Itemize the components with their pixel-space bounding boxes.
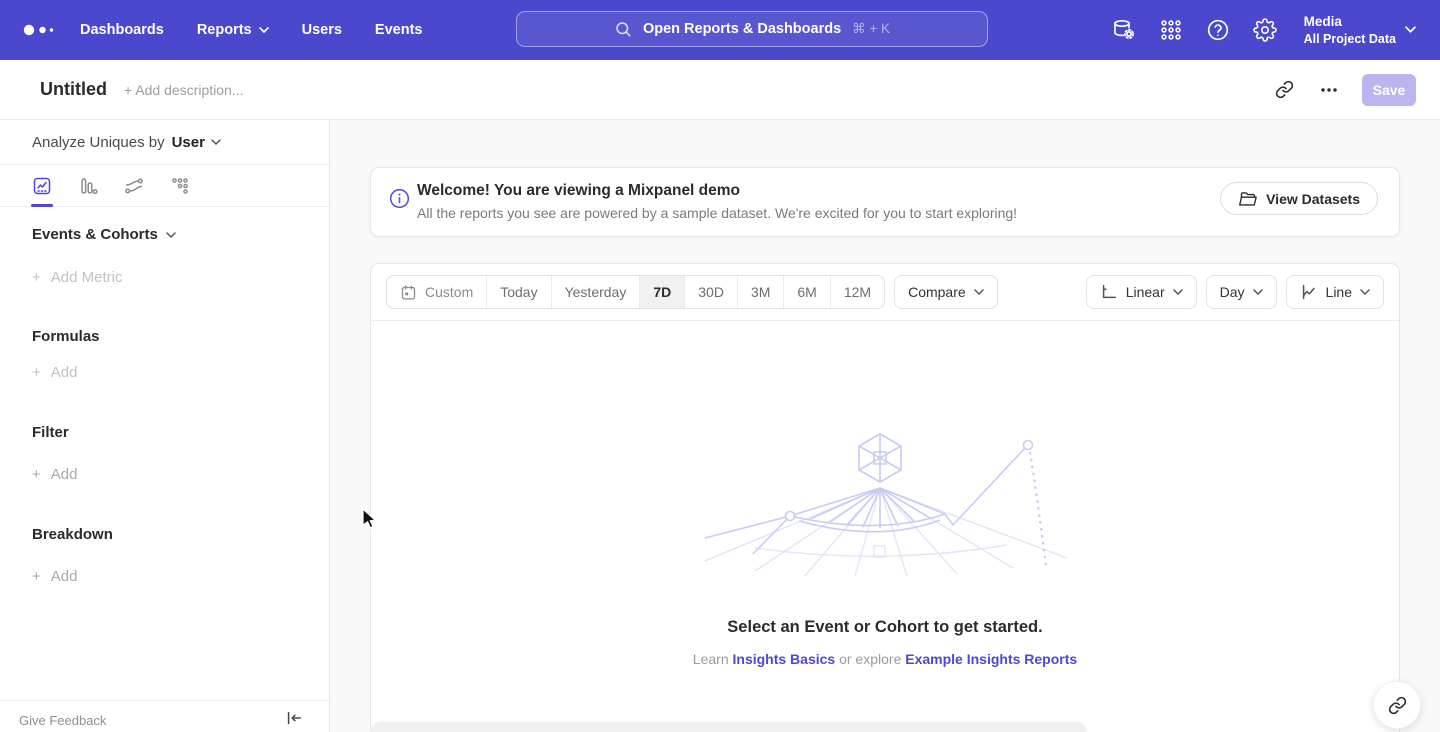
- range-6m[interactable]: 6M: [783, 276, 829, 308]
- example-insights-reports-link[interactable]: Example Insights Reports: [905, 651, 1077, 667]
- chevron-down-icon: [166, 232, 176, 238]
- insights-basics-link[interactable]: Insights Basics: [733, 651, 836, 667]
- chart-controls-row: Custom Today Yesterday 7D 30D 3M 6M 12M …: [371, 264, 1399, 321]
- add-metric-button[interactable]: + Add Metric: [32, 269, 122, 286]
- help-icon[interactable]: [1206, 18, 1230, 42]
- tab-insights[interactable]: [32, 176, 52, 196]
- add-formula-button[interactable]: + Add: [32, 364, 77, 381]
- tab-flows[interactable]: [124, 176, 144, 196]
- tab-retention[interactable]: [170, 176, 190, 196]
- plus-icon: +: [32, 466, 41, 483]
- chart-type-select[interactable]: Line: [1286, 275, 1384, 309]
- top-nav-bar: Dashboards Reports Users Events Open Rep…: [0, 0, 1440, 60]
- chevron-down-icon: [259, 27, 269, 33]
- range-custom[interactable]: Custom: [387, 276, 486, 308]
- banner-body: All the reports you see are powered by a…: [417, 205, 1017, 221]
- scale-select[interactable]: Linear: [1086, 275, 1197, 309]
- plus-icon: +: [32, 364, 41, 381]
- results-table-peek[interactable]: [370, 722, 1087, 732]
- insights-chart-icon: [32, 176, 52, 196]
- primary-nav: Dashboards Reports Users Events: [80, 22, 422, 38]
- plus-icon: +: [32, 568, 41, 585]
- project-name: Media: [1304, 13, 1396, 31]
- report-canvas: Welcome! You are viewing a Mixpanel demo…: [330, 120, 1440, 732]
- empty-state-subtitle: Learn Insights Basics or explore Example…: [371, 651, 1399, 667]
- funnels-bars-icon: [78, 176, 98, 196]
- view-datasets-button[interactable]: View Datasets: [1220, 182, 1378, 215]
- add-breakdown-button[interactable]: + Add: [32, 568, 77, 585]
- chevron-down-icon: [1405, 26, 1416, 33]
- events-cohorts-section[interactable]: Events & Cohorts: [32, 226, 176, 243]
- nav-events[interactable]: Events: [375, 22, 423, 38]
- mixpanel-insights-page: Dashboards Reports Users Events Open Rep…: [0, 0, 1440, 732]
- date-range-selector: Custom Today Yesterday 7D 30D 3M 6M 12M: [386, 275, 885, 309]
- link-icon: [1388, 696, 1407, 715]
- copy-link-icon[interactable]: [1273, 78, 1296, 101]
- nav-users[interactable]: Users: [302, 22, 342, 38]
- query-builder-sidebar: Analyze Uniques by User: [0, 120, 330, 732]
- compare-button[interactable]: Compare: [894, 275, 998, 309]
- project-switcher[interactable]: Media All Project Data: [1304, 13, 1416, 47]
- empty-state-title: Select an Event or Cohort to get started…: [371, 618, 1399, 637]
- add-description-field[interactable]: + Add description...: [124, 82, 243, 98]
- flows-icon: [124, 176, 144, 196]
- chevron-down-icon: [1173, 289, 1183, 295]
- apps-grid-icon[interactable]: [1159, 18, 1183, 42]
- nav-dashboards[interactable]: Dashboards: [80, 22, 164, 38]
- linear-axis-icon: [1100, 283, 1118, 301]
- search-shortcut: ⌘ + K: [852, 21, 890, 37]
- formulas-section-label: Formulas: [32, 328, 100, 345]
- settings-gear-icon[interactable]: [1253, 18, 1277, 42]
- give-feedback-link[interactable]: Give Feedback: [19, 713, 106, 728]
- interval-select[interactable]: Day: [1206, 275, 1277, 309]
- tab-funnels[interactable]: [78, 176, 98, 196]
- save-button[interactable]: Save: [1362, 74, 1416, 106]
- plus-icon: +: [32, 269, 41, 286]
- report-header: Untitled + Add description... Save: [0, 60, 1440, 120]
- range-30d[interactable]: 30D: [684, 276, 737, 308]
- report-actions: Save: [1273, 74, 1416, 106]
- chevron-down-icon: [974, 289, 984, 295]
- project-scope: All Project Data: [1304, 31, 1396, 47]
- chart-display-controls: Linear Day Line: [1086, 275, 1384, 309]
- range-7d[interactable]: 7D: [639, 276, 684, 308]
- sidebar-footer-divider: [0, 700, 329, 701]
- mixpanel-logo-icon[interactable]: [22, 23, 58, 37]
- line-chart-icon: [1300, 283, 1318, 301]
- calendar-icon: [400, 284, 417, 301]
- info-icon: [389, 188, 410, 209]
- retention-dots-icon: [170, 176, 190, 196]
- analyze-entity-select[interactable]: User: [172, 134, 221, 151]
- chevron-down-icon: [1360, 289, 1370, 295]
- search-icon: [614, 20, 632, 38]
- breakdown-section-label: Breakdown: [32, 526, 113, 543]
- range-3m[interactable]: 3M: [737, 276, 783, 308]
- chevron-down-icon: [211, 139, 221, 145]
- range-yesterday[interactable]: Yesterday: [551, 276, 640, 308]
- chevron-down-icon: [1253, 289, 1263, 295]
- analyze-label: Analyze Uniques by: [32, 134, 165, 151]
- report-type-tabs: [0, 165, 329, 207]
- empty-state-illustration: [695, 426, 1075, 576]
- banner-title: Welcome! You are viewing a Mixpanel demo: [417, 182, 740, 200]
- global-search[interactable]: Open Reports & Dashboards ⌘ + K: [516, 11, 988, 47]
- report-title[interactable]: Untitled: [40, 79, 107, 100]
- nav-reports[interactable]: Reports: [197, 22, 269, 38]
- data-management-icon[interactable]: [1112, 18, 1136, 42]
- empty-state: Select an Event or Cohort to get started…: [371, 426, 1399, 667]
- range-today[interactable]: Today: [486, 276, 550, 308]
- range-12m[interactable]: 12M: [830, 276, 884, 308]
- add-filter-button[interactable]: + Add: [32, 466, 77, 483]
- collapse-sidebar-icon[interactable]: [285, 710, 303, 726]
- welcome-banner: Welcome! You are viewing a Mixpanel demo…: [370, 167, 1400, 237]
- folder-open-icon: [1238, 190, 1257, 207]
- share-link-fab[interactable]: [1373, 681, 1421, 729]
- active-tab-indicator: [31, 204, 53, 207]
- more-options-icon[interactable]: [1318, 86, 1340, 94]
- insights-chart-card: Custom Today Yesterday 7D 30D 3M 6M 12M …: [370, 263, 1400, 732]
- analyze-row: Analyze Uniques by User: [0, 120, 329, 165]
- search-placeholder: Open Reports & Dashboards: [643, 21, 841, 37]
- top-bar-actions: Media All Project Data: [1112, 0, 1416, 60]
- filter-section-label: Filter: [32, 424, 69, 441]
